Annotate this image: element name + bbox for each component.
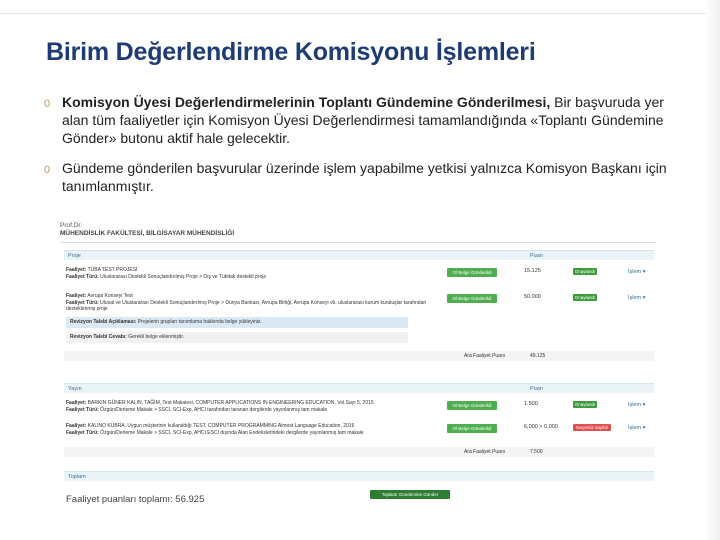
- slide-title: Birim Değerlendirme Komisyonu İşlemleri: [46, 38, 536, 66]
- activity-score: 50.000: [524, 294, 541, 300]
- activity-row: Faaliyet: Avrupa Konseyi Test Faaliyet T…: [64, 292, 654, 316]
- activity-type: Özgün/Derleme Makale > SSCI, SCI-Exp, AH…: [98, 406, 328, 413]
- activity-label: Faaliyet:: [66, 267, 87, 273]
- grand-total: Faaliyet puanları toplamı: 56.925: [66, 494, 205, 505]
- bullet-list: 0 Komisyon Üyesi Değerlendirmelerinin To…: [44, 93, 694, 207]
- status-badge: Onaylandı: [573, 294, 597, 301]
- activity-label: Faaliyet:: [66, 293, 87, 299]
- status-badge: Onaylandı: [573, 268, 597, 275]
- document-sent-button[interactable]: Ol Belge Gönderildi: [447, 294, 497, 303]
- activity-type: Özgün/Derleme Makale > SSCI, SCI-Exp, AH…: [98, 429, 364, 436]
- bullet-marker: 0: [44, 98, 51, 110]
- activity-name: KALINO KÜBRA, Uygun müşterinin kullanıld…: [86, 423, 355, 429]
- activity-info: Faaliyet: TÜBA TEST PROJESİ Faaliyet Tür…: [66, 267, 436, 280]
- activity-row: Faaliyet: TÜBA TEST PROJESİ Faaliyet Tür…: [64, 266, 654, 288]
- divider: [60, 242, 656, 243]
- section-label: Toplam: [68, 474, 86, 480]
- activity-name: BARKIN GÜNER KALIN, TAĞİM, Test Makalesi…: [86, 400, 374, 406]
- activity-name: Avrupa Konseyi Test: [86, 293, 133, 299]
- activity-info: Faaliyet: BARKIN GÜNER KALIN, TAĞİM, Tes…: [66, 400, 436, 413]
- document-sent-button[interactable]: Ol Belge Gönderildi: [447, 268, 497, 277]
- activity-score: 1.500: [524, 401, 538, 407]
- activity-info: Faaliyet: KALINO KÜBRA, Uygun müşterinin…: [66, 423, 436, 436]
- activity-row: Faaliyet: KALINO KÜBRA, Uygun müşterinin…: [64, 422, 654, 440]
- send-to-agenda-button[interactable]: Toplantı Gündemine Gönder: [370, 490, 450, 499]
- activity-type: Ulusal ve Uluslararası Destekli Sonuçlan…: [66, 299, 427, 313]
- points-header: Puan: [530, 386, 543, 392]
- status-badge: Onaylandı: [573, 401, 597, 408]
- revision-answer-note: Revizyon Talebi Cevabı: Gerekli belge ek…: [66, 332, 408, 343]
- points-header: Puan: [530, 253, 543, 259]
- bullet-bold-text: Komisyon Üyesi Değerlendirmelerinin Topl…: [62, 94, 551, 110]
- section-label: Proje: [68, 253, 81, 259]
- revision-note-text: Projelerin grupları tanımlama hakkında b…: [136, 319, 262, 325]
- activity-score: 6,000 > 0,000: [524, 424, 558, 430]
- revision-answer-text: Gerekli belge eklenmiştir.: [126, 334, 185, 340]
- applicant-header: Prof.Dr. MÜHENDİSLİK FAKÜLTESİ, BİLGİSAY…: [60, 222, 234, 238]
- activity-type-label: Faaliyet Türü:: [66, 273, 99, 280]
- action-dropdown[interactable]: İşlem ▾: [628, 425, 645, 432]
- subtotal-value: 7.500: [530, 449, 543, 455]
- document-sent-button[interactable]: Ol Belge Gönderildi: [447, 424, 497, 433]
- section-header-proje: Proje Puan: [64, 250, 654, 260]
- action-dropdown[interactable]: İşlem ▾: [628, 295, 645, 302]
- action-dropdown[interactable]: İşlem ▾: [628, 402, 645, 409]
- activity-row: Faaliyet: BARKIN GÜNER KALIN, TAĞİM, Tes…: [64, 399, 654, 417]
- embedded-screenshot: Prof.Dr. MÜHENDİSLİK FAKÜLTESİ, BİLGİSAY…: [58, 222, 658, 512]
- person-title: Prof.Dr.: [60, 222, 83, 229]
- bullet-text: Gündeme gönderilen başvurular üzerinde i…: [62, 159, 694, 195]
- revision-note-label: Revizyon Talebi Açıklaması:: [70, 319, 137, 325]
- section-total-row: Ara Faaliyet Puanı 7.500: [64, 447, 654, 457]
- status-badge-invalid: Geçersiz sayıldı: [573, 424, 611, 431]
- activity-label: Faaliyet:: [66, 423, 87, 429]
- slide-right-edge: [706, 0, 720, 540]
- action-dropdown[interactable]: İşlem ▾: [628, 269, 645, 276]
- section-header-yayin: Yayın Puan: [64, 383, 654, 393]
- activity-type-label: Faaliyet Türü:: [66, 429, 99, 436]
- revision-answer-label: Revizyon Talebi Cevabı:: [70, 334, 127, 340]
- activity-type-label: Faaliyet Türü:: [66, 406, 99, 413]
- activity-info: Faaliyet: Avrupa Konseyi Test Faaliyet T…: [66, 293, 436, 313]
- section-total-row: Ara Faaliyet Puanı 49.125: [64, 351, 654, 361]
- bullet-body-text: Gündeme gönderilen başvurular üzerinde i…: [62, 160, 667, 194]
- subtotal-label: Ara Faaliyet Puanı: [464, 449, 506, 455]
- department-name: MÜHENDİSLİK FAKÜLTESİ, BİLGİSAYAR MÜHEND…: [60, 230, 235, 237]
- document-sent-button[interactable]: Ol Belge Gönderildi: [447, 401, 497, 410]
- section-label: Yayın: [68, 386, 82, 392]
- revision-request-note: Revizyon Talebi Açıklaması: Projelerin g…: [66, 317, 408, 328]
- subtotal-label: Ara Faaliyet Puanı: [464, 353, 506, 359]
- bullet-item: 0 Komisyon Üyesi Değerlendirmelerinin To…: [44, 93, 694, 147]
- bullet-item: 0 Gündeme gönderilen başvurular üzerinde…: [44, 159, 694, 195]
- activity-score: 15.125: [524, 268, 541, 274]
- bullet-marker: 0: [44, 164, 51, 176]
- subtotal-value: 49.125: [530, 353, 546, 359]
- slide-top-border: [0, 0, 720, 14]
- bullet-text: Komisyon Üyesi Değerlendirmelerinin Topl…: [62, 93, 694, 147]
- activity-type: Uluslararası Destekli Sonuçlandırılmış P…: [98, 273, 267, 280]
- activity-name: TÜBA TEST PROJESİ: [86, 267, 138, 273]
- section-header-toplam: Toplam: [64, 471, 654, 481]
- activity-type-label: Faaliyet Türü:: [66, 299, 99, 306]
- activity-label: Faaliyet:: [66, 400, 87, 406]
